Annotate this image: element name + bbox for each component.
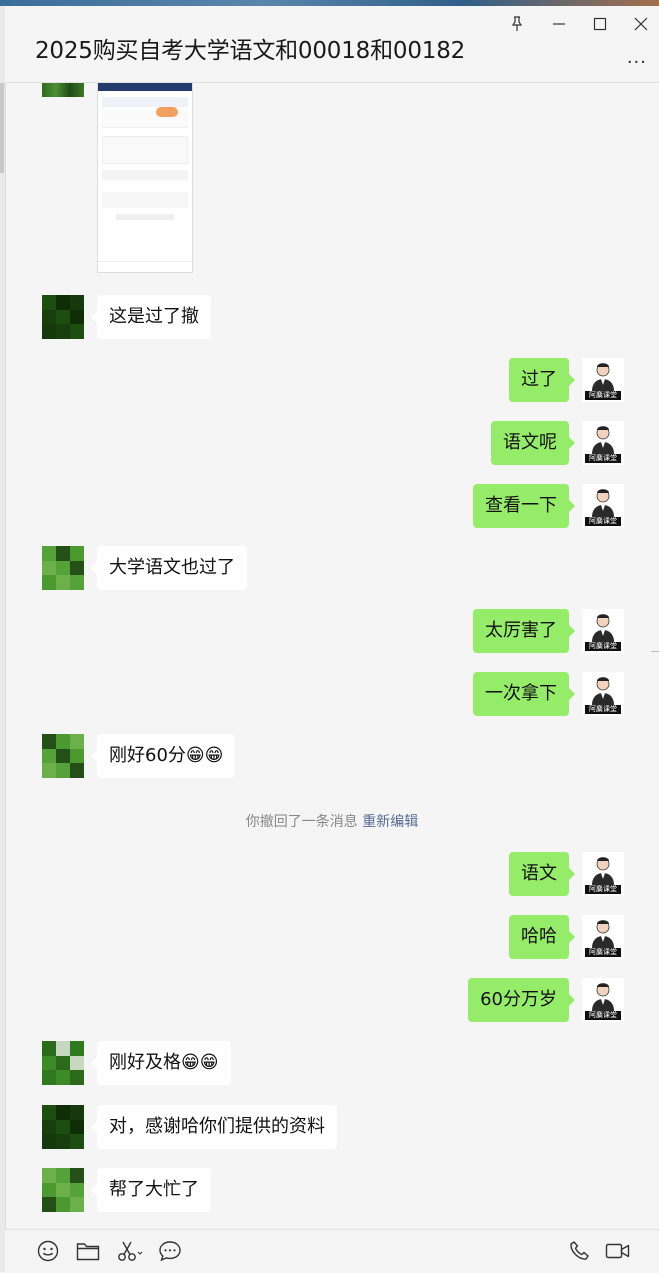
message-text: 语文呢	[503, 432, 557, 453]
sent-message[interactable]: 过了	[509, 358, 575, 402]
received-message[interactable]: 帮了大忙了	[91, 1168, 211, 1212]
input-toolbar	[5, 1229, 659, 1273]
message-text: 这是过了撤	[109, 306, 199, 327]
received-message[interactable]: 这是过了撤	[91, 295, 211, 339]
more-options-button[interactable]: ···	[627, 52, 647, 73]
maximize-icon[interactable]	[588, 14, 612, 34]
my-avatar-label: 阿麋课堂	[585, 391, 621, 400]
sent-message[interactable]: 太厉害了	[473, 609, 575, 653]
message-text: 刚好60分😁😁	[109, 745, 224, 766]
contact-avatar[interactable]	[42, 546, 84, 590]
re-edit-link[interactable]: 重新编辑	[362, 814, 418, 830]
my-avatar[interactable]: 阿麋课堂	[582, 484, 624, 528]
received-message[interactable]: 刚好及格😁😁	[91, 1041, 231, 1085]
message-text: 一次拿下	[485, 683, 557, 704]
my-avatar[interactable]: 阿麋课堂	[582, 915, 624, 959]
message-text: 大学语文也过了	[109, 557, 235, 578]
contact-avatar[interactable]	[42, 1041, 84, 1085]
message-text: 过了	[521, 369, 557, 390]
my-avatar[interactable]: 阿麋课堂	[582, 852, 624, 896]
contact-avatar[interactable]	[42, 734, 84, 778]
my-avatar-label: 阿麋课堂	[585, 1011, 621, 1020]
phone-icon[interactable]	[567, 1238, 593, 1264]
chat-title: 2025购买自考大学语文和00018和00182	[35, 38, 466, 64]
message-list[interactable]: 这是过了撤 阿麋课堂 过了 阿麋课堂 语文呢 阿麋课堂 查看一下 大学语文也过了 阿麋课堂 太厉害…	[5, 83, 659, 1229]
my-avatar[interactable]: 阿麋课堂	[582, 421, 624, 465]
scissors-icon[interactable]	[117, 1238, 143, 1264]
my-avatar-label: 阿麋课堂	[585, 642, 621, 651]
my-avatar[interactable]: 阿麋课堂	[582, 672, 624, 716]
my-avatar-label: 阿麋课堂	[585, 948, 621, 957]
message-text: 60分万岁	[480, 989, 557, 1010]
my-avatar[interactable]: 阿麋课堂	[582, 978, 624, 1022]
message-text: 刚好及格😁😁	[109, 1052, 219, 1073]
pin-icon[interactable]	[505, 14, 529, 34]
recall-notice-text: 你撤回了一条消息	[245, 814, 358, 830]
contact-avatar[interactable]	[42, 1168, 84, 1212]
sent-message[interactable]: 语文	[509, 852, 575, 896]
minimize-icon[interactable]	[547, 14, 571, 34]
close-icon[interactable]	[629, 14, 653, 34]
chat-history-icon[interactable]	[157, 1238, 183, 1264]
image-message-thumbnail[interactable]	[97, 83, 193, 273]
contact-avatar[interactable]	[42, 1105, 84, 1149]
sent-message[interactable]: 60分万岁	[468, 978, 575, 1022]
my-avatar-label: 阿麋课堂	[585, 517, 621, 526]
sent-message[interactable]: 哈哈	[509, 915, 575, 959]
contact-avatar[interactable]	[42, 295, 84, 339]
my-avatar[interactable]: 阿麋课堂	[582, 358, 624, 402]
recall-notice: 你撤回了一条消息 重新编辑	[5, 811, 659, 831]
video-call-icon[interactable]	[603, 1238, 633, 1264]
contact-avatar[interactable]	[42, 83, 84, 97]
sent-message[interactable]: 语文呢	[491, 421, 575, 465]
message-text: 查看一下	[485, 495, 557, 516]
divider	[651, 651, 659, 652]
received-message[interactable]: 大学语文也过了	[91, 546, 247, 590]
message-text: 语文	[521, 863, 557, 884]
chat-header: 2025购买自考大学语文和00018和00182 ···	[5, 6, 659, 83]
my-avatar-label: 阿麋课堂	[585, 885, 621, 894]
sent-message[interactable]: 一次拿下	[473, 672, 575, 716]
message-text: 帮了大忙了	[109, 1179, 199, 1200]
received-message[interactable]: 刚好60分😁😁	[90, 734, 236, 778]
scrollbar-thumb[interactable]	[0, 83, 4, 173]
my-avatar-label: 阿麋课堂	[585, 705, 621, 714]
message-text: 太厉害了	[485, 620, 557, 641]
received-message[interactable]: 对，感谢哈你们提供的资料	[91, 1105, 337, 1149]
my-avatar-label: 阿麋课堂	[585, 454, 621, 463]
message-text: 哈哈	[521, 926, 557, 947]
emoji-icon[interactable]	[35, 1238, 61, 1264]
my-avatar[interactable]: 阿麋课堂	[582, 609, 624, 653]
message-text: 对，感谢哈你们提供的资料	[109, 1116, 325, 1137]
folder-icon[interactable]	[75, 1238, 101, 1264]
sent-message[interactable]: 查看一下	[473, 484, 575, 528]
